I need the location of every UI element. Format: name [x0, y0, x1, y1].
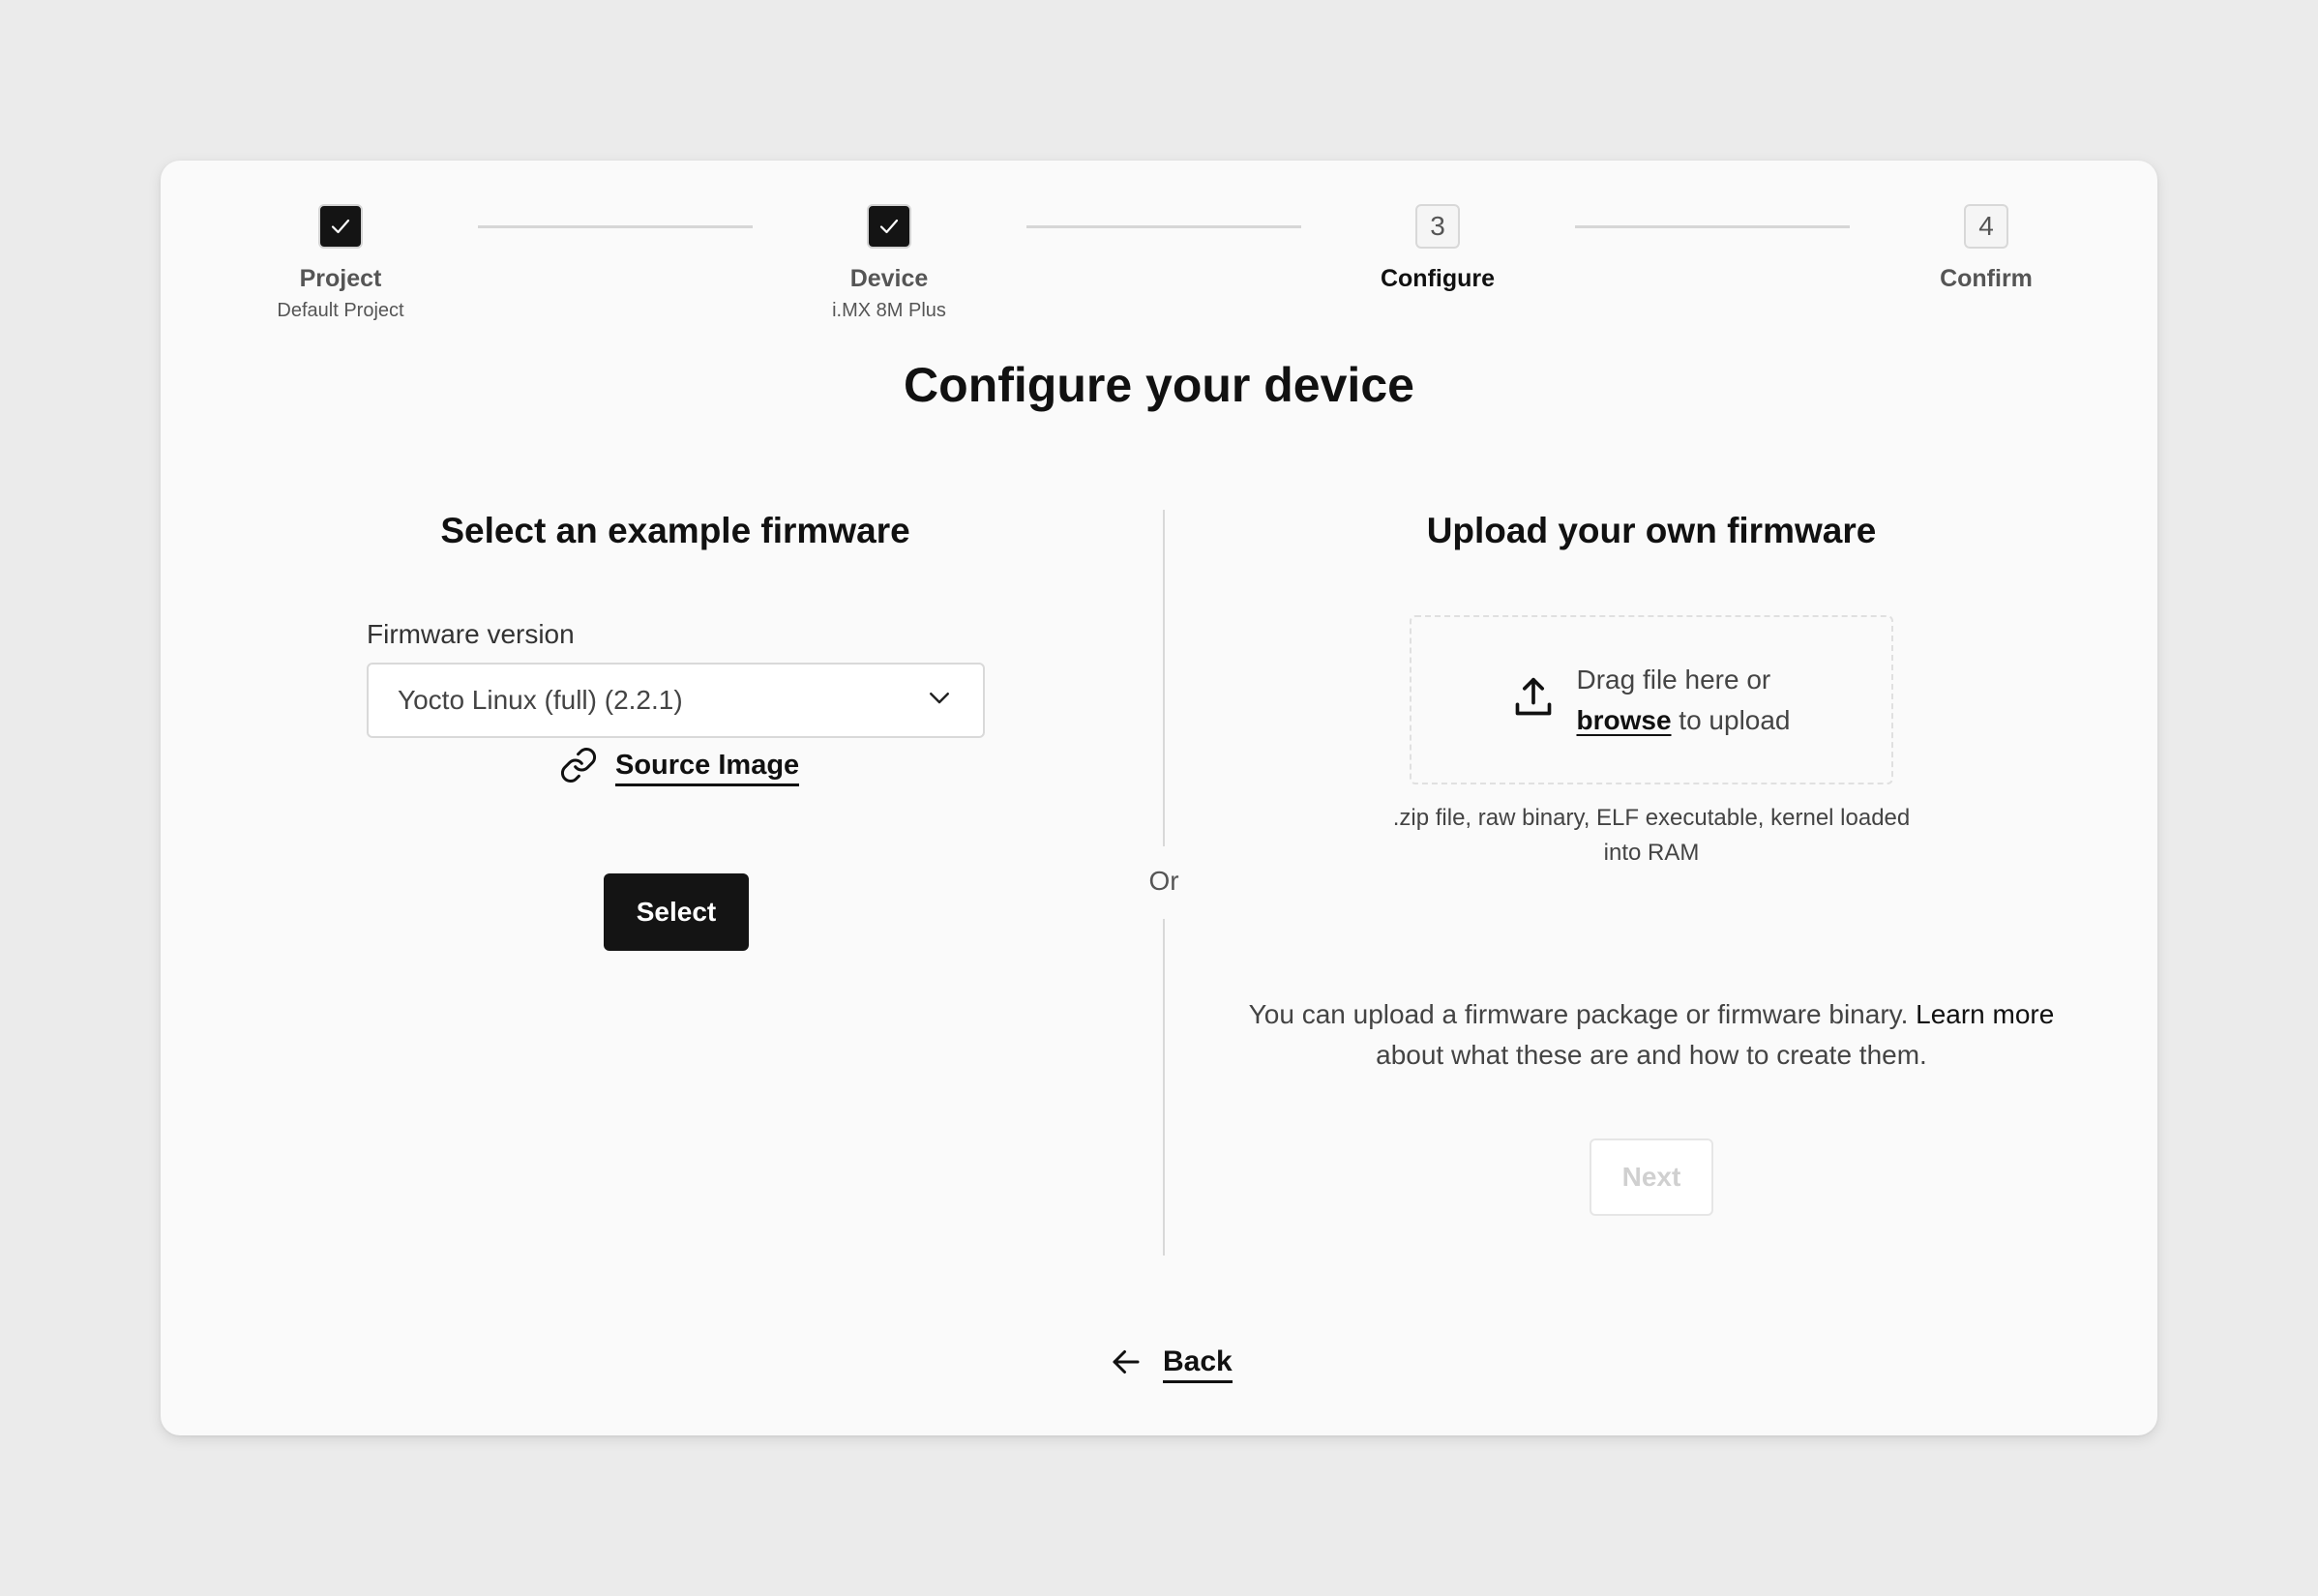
help-text-after: about what these are and how to create t… [1376, 1040, 1927, 1070]
back-label: Back [1163, 1345, 1233, 1383]
firmware-version-label: Firmware version [367, 619, 575, 649]
upload-firmware-heading: Upload your own firmware [1426, 511, 1877, 550]
step-label: Device [849, 265, 929, 292]
dropzone-line1: Drag file here or [1576, 664, 1771, 695]
upload-icon [1512, 674, 1555, 725]
browse-link[interactable]: browse [1576, 705, 1671, 735]
select-button[interactable]: Select [604, 873, 749, 951]
step-confirm: 4 Confirm [1860, 204, 2112, 293]
upload-help-text: You can upload a firmware package or fir… [1235, 994, 2067, 1076]
step-check-icon [867, 204, 911, 249]
next-button[interactable]: Next [1590, 1138, 1713, 1216]
step-connector [1026, 225, 1301, 228]
page-title: Configure your device [904, 358, 1414, 412]
step-label: Configure [1380, 265, 1496, 292]
help-text: You can upload a firmware package or fir… [1248, 999, 1917, 1029]
wizard-card: Project Default Project Device i.MX 8M P… [161, 161, 2157, 1435]
learn-more-link[interactable]: Learn more [1916, 999, 2054, 1029]
step-sublabel: Default Project [277, 300, 404, 321]
step-number-badge: 4 [1964, 204, 2008, 249]
accepted-formats-hint: .zip file, raw binary, ELF executable, k… [1392, 805, 1911, 866]
step-number-badge: 3 [1415, 204, 1460, 249]
step-label: Project [299, 265, 382, 292]
step-sublabel: i.MX 8M Plus [832, 300, 946, 321]
step-check-icon [318, 204, 363, 249]
dropzone-text: Drag file here or browse to upload [1576, 660, 1790, 741]
step-project[interactable]: Project Default Project [215, 204, 466, 322]
step-label: Confirm [1940, 265, 2033, 292]
dropzone-line2: browse to upload [1576, 700, 1790, 741]
step-device[interactable]: Device i.MX 8M Plus [763, 204, 1015, 322]
chevron-down-icon [925, 683, 954, 719]
step-connector [1575, 225, 1850, 228]
source-image-label: Source Image [615, 749, 800, 786]
link-icon [559, 746, 598, 789]
dropzone-line2-rest: to upload [1671, 704, 1791, 735]
column-divider [1163, 510, 1165, 846]
firmware-version-value: Yocto Linux (full) (2.2.1) [398, 685, 683, 715]
column-divider [1163, 919, 1165, 1256]
or-divider-label: Or [1148, 866, 1179, 896]
arrow-left-icon [1109, 1345, 1144, 1384]
back-link[interactable]: Back [1109, 1345, 1233, 1384]
example-firmware-heading: Select an example firmware [440, 511, 910, 550]
file-dropzone[interactable]: Drag file here or browse to upload [1410, 615, 1893, 784]
firmware-version-select[interactable]: Yocto Linux (full) (2.2.1) [367, 663, 985, 738]
step-connector [478, 225, 753, 228]
step-configure: 3 Configure [1312, 204, 1563, 293]
source-image-link[interactable]: Source Image [559, 746, 800, 789]
